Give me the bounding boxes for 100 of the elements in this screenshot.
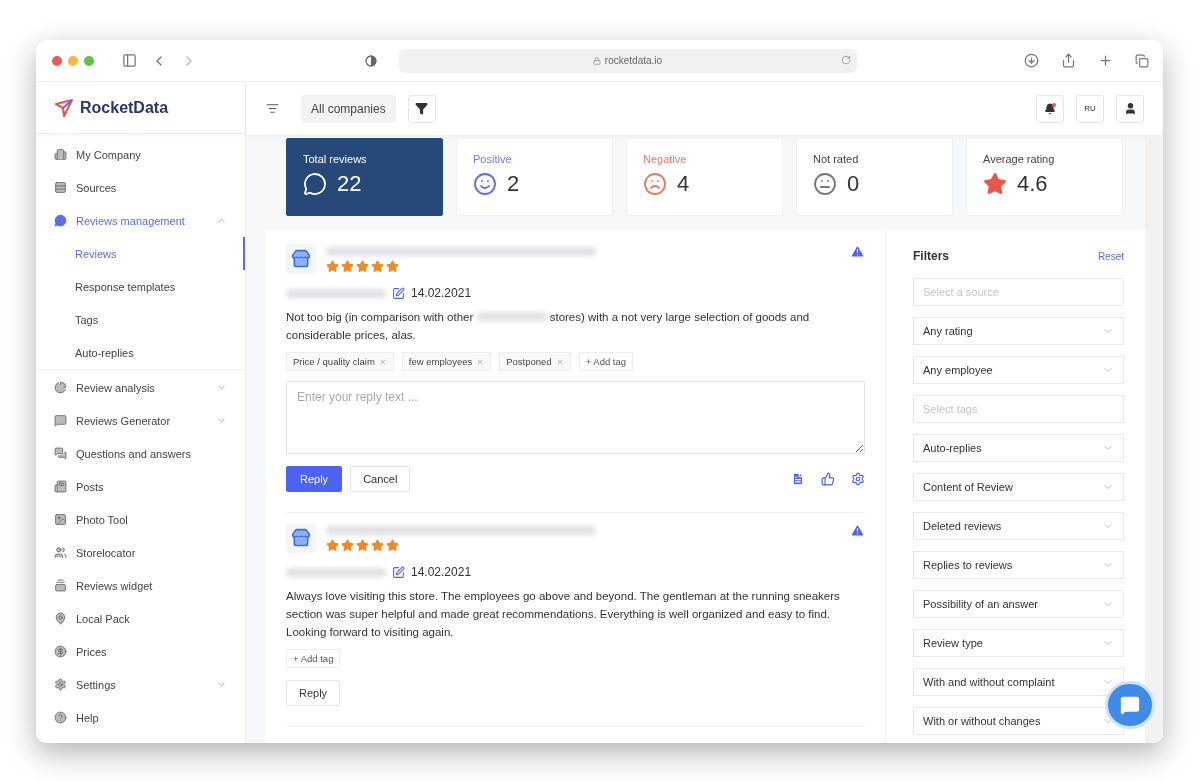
sidebar-item[interactable]: Sources bbox=[36, 171, 245, 204]
chat-bubble-icon bbox=[54, 214, 67, 227]
bell-icon bbox=[1044, 102, 1056, 115]
filter-dropdown[interactable]: With and without complaint bbox=[913, 668, 1124, 696]
filter-dropdown[interactable]: Deleted reviews bbox=[913, 512, 1124, 540]
newspaper-icon bbox=[54, 480, 67, 493]
sidebar-subitem[interactable]: Auto-replies bbox=[36, 336, 245, 369]
sidebar-item[interactable]: Review analysis bbox=[36, 371, 245, 404]
edit-icon[interactable] bbox=[392, 286, 405, 300]
filter-dropdown[interactable]: Review type bbox=[913, 629, 1124, 657]
warning-icon[interactable] bbox=[850, 244, 865, 259]
map-pin-icon bbox=[54, 612, 67, 625]
filter-dropdown[interactable]: Any employee bbox=[913, 356, 1124, 384]
new-tab-icon[interactable] bbox=[1098, 53, 1113, 68]
filter-icon bbox=[415, 102, 429, 115]
sidebar-subitem[interactable]: Response templates bbox=[36, 270, 245, 303]
stat-label: Positive bbox=[473, 153, 513, 165]
close-window-button[interactable] bbox=[52, 55, 62, 66]
stat-label: Total reviews bbox=[303, 153, 368, 165]
sidebar-item[interactable]: Settings bbox=[36, 668, 245, 701]
settings-icon bbox=[54, 678, 67, 691]
stack-icon bbox=[54, 579, 67, 592]
stat-value: 2 bbox=[507, 171, 520, 197]
company-selector[interactable]: All companies bbox=[301, 94, 396, 123]
warning-icon[interactable] bbox=[850, 523, 865, 538]
reply-text-field[interactable]: Enter your reply text ... bbox=[286, 381, 865, 454]
settings-icon[interactable] bbox=[851, 472, 865, 486]
add-tag-button[interactable]: + Add tag bbox=[286, 649, 341, 668]
sidebar-item[interactable]: Help bbox=[36, 701, 245, 734]
logo-icon bbox=[54, 97, 74, 118]
filter-dropdown[interactable]: Any rating bbox=[913, 317, 1124, 345]
tag-chip[interactable]: Price / quality claim bbox=[286, 352, 394, 371]
edit-icon[interactable] bbox=[392, 565, 405, 579]
tag-chip[interactable]: Postponed bbox=[499, 352, 571, 371]
reset-link[interactable]: Reset bbox=[1097, 250, 1124, 262]
user-icon bbox=[1123, 102, 1137, 115]
review-date: 14.02.2021 bbox=[411, 565, 472, 579]
filter-dropdown[interactable]: Auto-replies bbox=[913, 434, 1124, 462]
scrollbar[interactable] bbox=[1145, 135, 1163, 743]
logo[interactable]: RocketData bbox=[36, 82, 245, 134]
sidebar-item[interactable]: Photo Tool bbox=[36, 503, 245, 536]
sidebar-item[interactable]: Reviews Generator bbox=[36, 404, 245, 437]
filter-field[interactable]: Select tags bbox=[913, 395, 1124, 423]
redacted-text bbox=[476, 312, 547, 321]
stat-card[interactable]: Total reviews 22 bbox=[286, 138, 443, 216]
chat-icon bbox=[1120, 695, 1140, 715]
stat-card[interactable]: Positive 2 bbox=[456, 138, 613, 216]
speech-bubble-icon bbox=[303, 172, 327, 196]
building-icon bbox=[54, 148, 67, 161]
language-button[interactable]: RU bbox=[1076, 94, 1104, 123]
people-icon bbox=[54, 546, 67, 559]
profile-button[interactable] bbox=[1116, 94, 1144, 123]
sidebar-item[interactable]: Storelocator bbox=[36, 536, 245, 569]
sidebar-subitem[interactable]: Tags bbox=[36, 303, 245, 336]
filters-title: Filters bbox=[913, 249, 949, 263]
filter-dropdown[interactable]: Content of Review bbox=[913, 473, 1124, 501]
filter-dropdown[interactable]: Replies to reviews bbox=[913, 551, 1124, 579]
stat-value: 4 bbox=[677, 171, 690, 197]
message-icon bbox=[54, 414, 67, 427]
image-icon bbox=[54, 513, 67, 526]
lock-icon bbox=[592, 56, 601, 65]
stat-value: 0 bbox=[847, 171, 860, 197]
thumbs-up-icon[interactable] bbox=[821, 472, 835, 486]
stat-label: Negative bbox=[643, 153, 688, 165]
filter-button[interactable] bbox=[407, 94, 436, 123]
store-icon bbox=[286, 244, 316, 274]
download-icon[interactable] bbox=[1024, 53, 1039, 68]
sidebar-item[interactable]: Reviews widget bbox=[36, 569, 245, 602]
add-tag-button[interactable]: + Add tag bbox=[578, 352, 634, 371]
sidebar-item[interactable]: Prices bbox=[36, 635, 245, 668]
tabs-icon[interactable] bbox=[1135, 53, 1149, 68]
sidebar-item[interactable]: Questions and answers bbox=[36, 437, 245, 470]
stat-card[interactable]: Negative 4 bbox=[626, 138, 783, 216]
sidebar-item[interactable]: Local Pack bbox=[36, 602, 245, 635]
stat-label: Not rated bbox=[813, 153, 860, 165]
notifications-button[interactable] bbox=[1036, 94, 1064, 123]
table-icon bbox=[54, 181, 67, 194]
tag-chip[interactable]: few employees bbox=[401, 352, 492, 371]
address-bar[interactable]: rocketdata.io bbox=[398, 48, 857, 73]
reply-button[interactable]: Reply bbox=[286, 680, 341, 706]
messages-icon bbox=[54, 447, 67, 460]
stat-card[interactable]: Average rating 4.6 bbox=[966, 138, 1123, 216]
stat-value: 22 bbox=[337, 171, 362, 197]
reply-button[interactable]: Reply bbox=[286, 466, 343, 492]
sidebar-item[interactable]: Reviews management bbox=[36, 204, 245, 237]
coin-icon bbox=[54, 645, 67, 658]
cancel-button[interactable]: Cancel bbox=[350, 466, 411, 492]
share-icon[interactable] bbox=[1061, 53, 1076, 68]
sidebar-item[interactable]: My Company bbox=[36, 138, 245, 171]
stat-label: Average rating bbox=[983, 153, 1056, 165]
document-icon[interactable] bbox=[791, 472, 805, 486]
filter-dropdown[interactable]: With or without changes bbox=[913, 707, 1124, 735]
menu-icon[interactable] bbox=[266, 102, 279, 115]
sidebar-toggle-icon[interactable] bbox=[122, 53, 137, 68]
sidebar-item[interactable]: Posts bbox=[36, 470, 245, 503]
neutral-face-icon bbox=[813, 172, 837, 196]
stat-card[interactable]: Not rated 0 bbox=[796, 138, 953, 216]
review-text: Always love visiting this store. The employees go above and beyond. The gentleman at the running sneakers section was super helpful and made great recommendations. Everything is well organized and easy to find. Looking forward to visiting again. bbox=[286, 589, 841, 640]
review-text: Not too big (in comparison with other stores) with a not very large selection of goods and considerable prices, alas. bbox=[286, 310, 811, 343]
filter-dropdown[interactable]: Possibility of an answer bbox=[913, 590, 1124, 618]
